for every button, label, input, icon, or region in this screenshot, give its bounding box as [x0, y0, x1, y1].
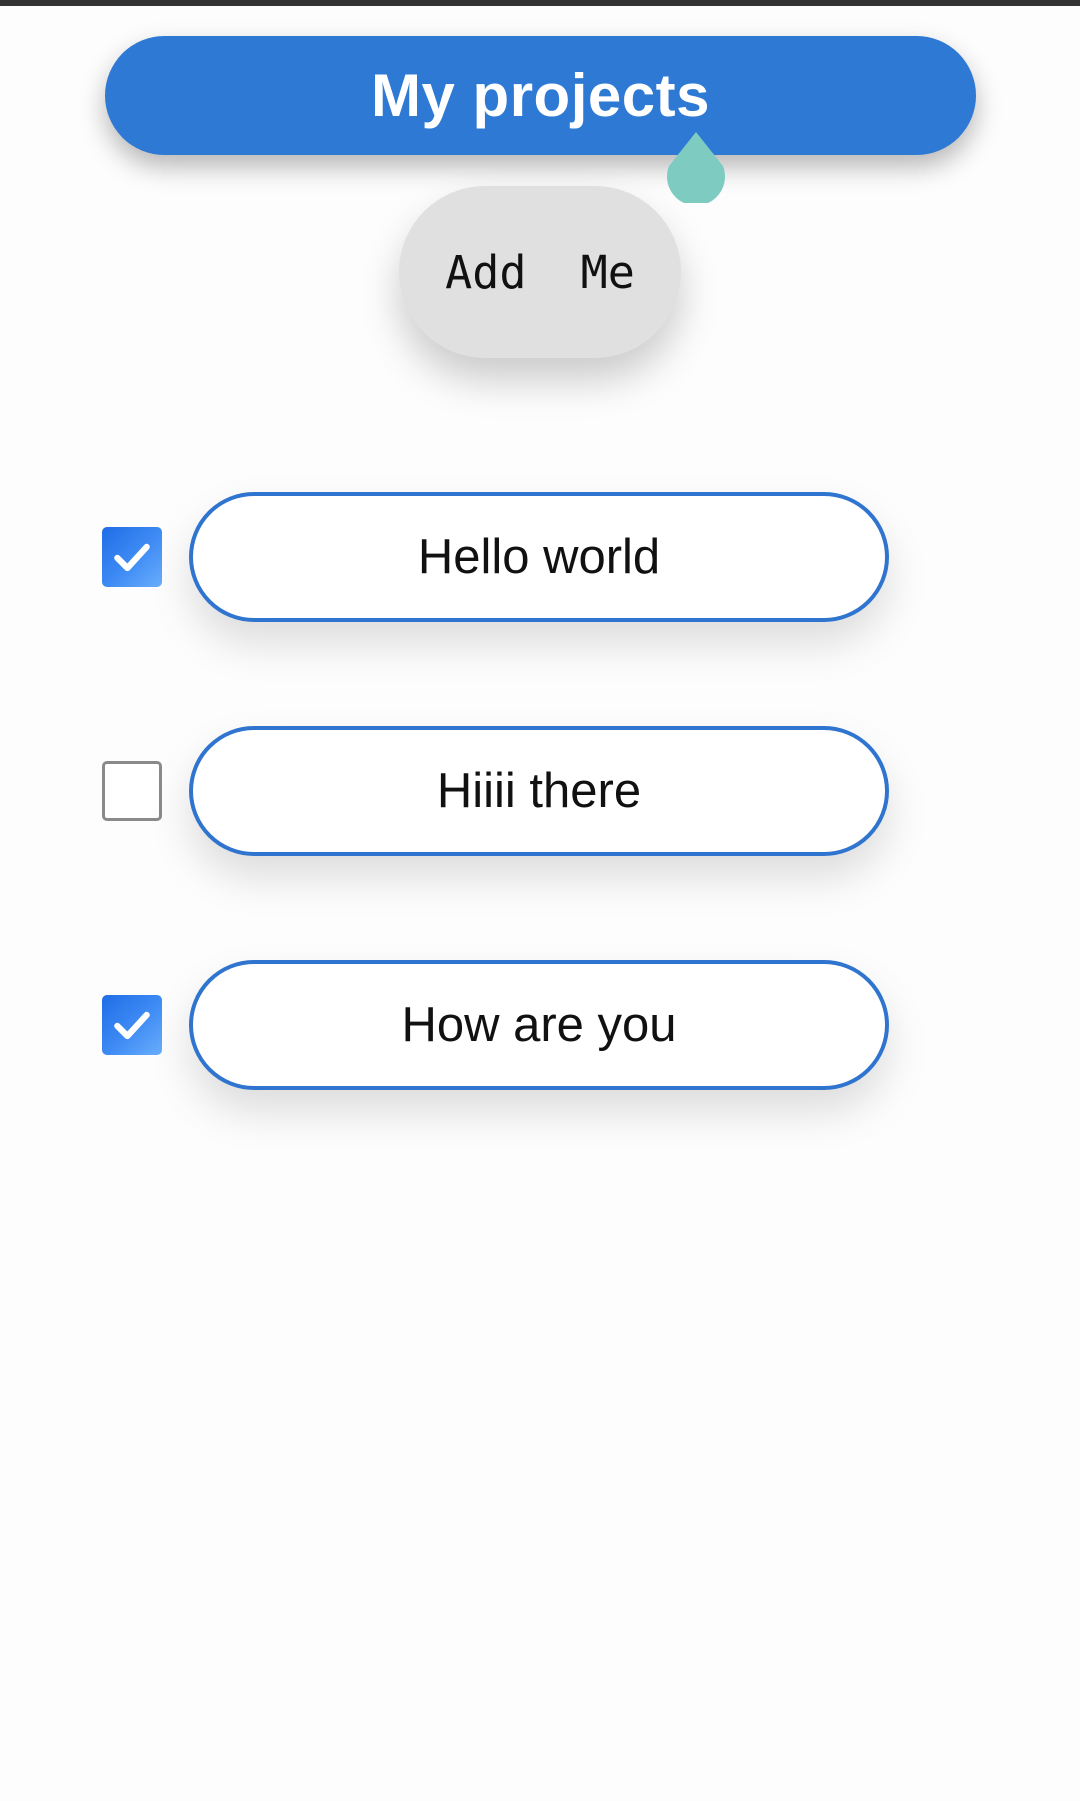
- todo-item-pill[interactable]: Hiiii there: [189, 726, 889, 856]
- check-icon: [114, 543, 150, 572]
- list-item: How are you: [0, 960, 1080, 1090]
- add-me-button-label: Add Me: [445, 245, 635, 299]
- todo-item-text: Hello world: [417, 530, 661, 584]
- todo-checkbox[interactable]: [102, 527, 162, 587]
- todo-item-pill[interactable]: Hello world: [189, 492, 889, 622]
- page-title: My projects: [371, 62, 710, 129]
- title-bar: My projects: [105, 36, 976, 155]
- add-me-button[interactable]: Add Me: [399, 186, 681, 358]
- list-item: Hello world: [0, 492, 1080, 622]
- todo-item-pill[interactable]: How are you: [189, 960, 889, 1090]
- todo-checkbox[interactable]: [102, 995, 162, 1055]
- status-bar-edge: [0, 0, 1080, 6]
- todo-item-text: Hiiii there: [436, 764, 642, 818]
- todo-checkbox[interactable]: [102, 761, 162, 821]
- check-icon: [114, 1011, 150, 1040]
- list-item: Hiiii there: [0, 726, 1080, 856]
- text-cursor-handle-icon[interactable]: [665, 132, 727, 203]
- todo-item-text: How are you: [401, 998, 677, 1052]
